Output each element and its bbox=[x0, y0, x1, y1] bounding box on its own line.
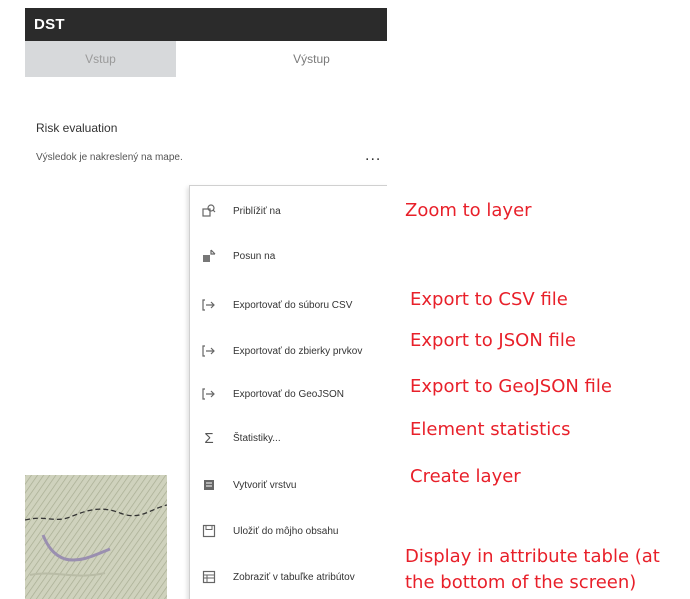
more-options-button[interactable]: ... bbox=[365, 148, 381, 164]
tab-bar: Vstup Výstup bbox=[25, 41, 387, 77]
sigma-icon: Σ bbox=[204, 429, 214, 447]
menu-item-create-layer[interactable]: Vytvoriť vrstvu bbox=[190, 469, 387, 501]
menu-item-save-content[interactable]: Uložiť do môjho obsahu bbox=[190, 515, 387, 547]
menu-item-label: Exportovať do súboru CSV bbox=[233, 299, 353, 311]
menu-item-statistics[interactable]: Σ Štatistiky... bbox=[190, 422, 387, 454]
menu-item-label: Posun na bbox=[233, 250, 276, 262]
table-icon bbox=[202, 570, 216, 584]
menu-item-zoom-to[interactable]: Priblížiť na bbox=[190, 195, 387, 227]
menu-item-export-csv[interactable]: Exportovať do súboru CSV bbox=[190, 289, 387, 321]
annotation-zoom: Zoom to layer bbox=[405, 200, 532, 221]
tab-vystup[interactable]: Výstup bbox=[176, 41, 387, 77]
menu-item-export-geojson[interactable]: Exportovať do GeoJSON bbox=[190, 378, 387, 410]
export-icon bbox=[202, 387, 216, 401]
menu-item-label: Exportovať do zbierky prvkov bbox=[233, 345, 363, 357]
zoom-to-icon bbox=[202, 204, 216, 218]
export-icon bbox=[202, 344, 216, 358]
annotation-attribute-table-line1: Display in attribute table (at bbox=[405, 546, 660, 567]
map-thumbnail bbox=[25, 475, 167, 599]
menu-item-pan-to[interactable]: Posun na bbox=[190, 240, 387, 272]
menu-item-label: Exportovať do GeoJSON bbox=[233, 388, 345, 400]
annotation-statistics: Element statistics bbox=[410, 419, 571, 440]
layer-icon bbox=[202, 478, 216, 492]
menu-item-label: Štatistiky... bbox=[233, 432, 281, 444]
menu-item-label: Uložiť do môjho obsahu bbox=[233, 525, 339, 537]
annotation-csv: Export to CSV file bbox=[410, 289, 568, 310]
context-menu: Priblížiť na Posun na Exportovať do súbo… bbox=[189, 185, 387, 599]
save-icon bbox=[202, 524, 216, 538]
annotation-attribute-table-line2: the bottom of the screen) bbox=[405, 572, 637, 593]
panel-title: DST bbox=[25, 8, 387, 41]
section-title: Risk evaluation bbox=[36, 121, 118, 135]
export-icon bbox=[202, 298, 216, 312]
annotation-create-layer: Create layer bbox=[410, 466, 521, 487]
pan-to-icon bbox=[202, 249, 216, 263]
annotation-geojson: Export to GeoJSON file bbox=[410, 376, 612, 397]
menu-item-label: Zobraziť v tabuľke atribútov bbox=[233, 571, 355, 583]
menu-item-attribute-table[interactable]: Zobraziť v tabuľke atribútov bbox=[190, 561, 387, 593]
dst-panel: DST Vstup Výstup Risk evaluation Výsledo… bbox=[25, 8, 387, 599]
tab-vstup[interactable]: Vstup bbox=[25, 41, 176, 77]
annotation-json: Export to JSON file bbox=[410, 330, 576, 351]
menu-item-label: Priblížiť na bbox=[233, 205, 281, 217]
menu-item-export-features[interactable]: Exportovať do zbierky prvkov bbox=[190, 335, 387, 367]
result-text: Výsledok je nakreslený na mape. bbox=[36, 152, 183, 163]
menu-item-label: Vytvoriť vrstvu bbox=[233, 479, 297, 491]
map-terrain-image bbox=[25, 475, 167, 599]
